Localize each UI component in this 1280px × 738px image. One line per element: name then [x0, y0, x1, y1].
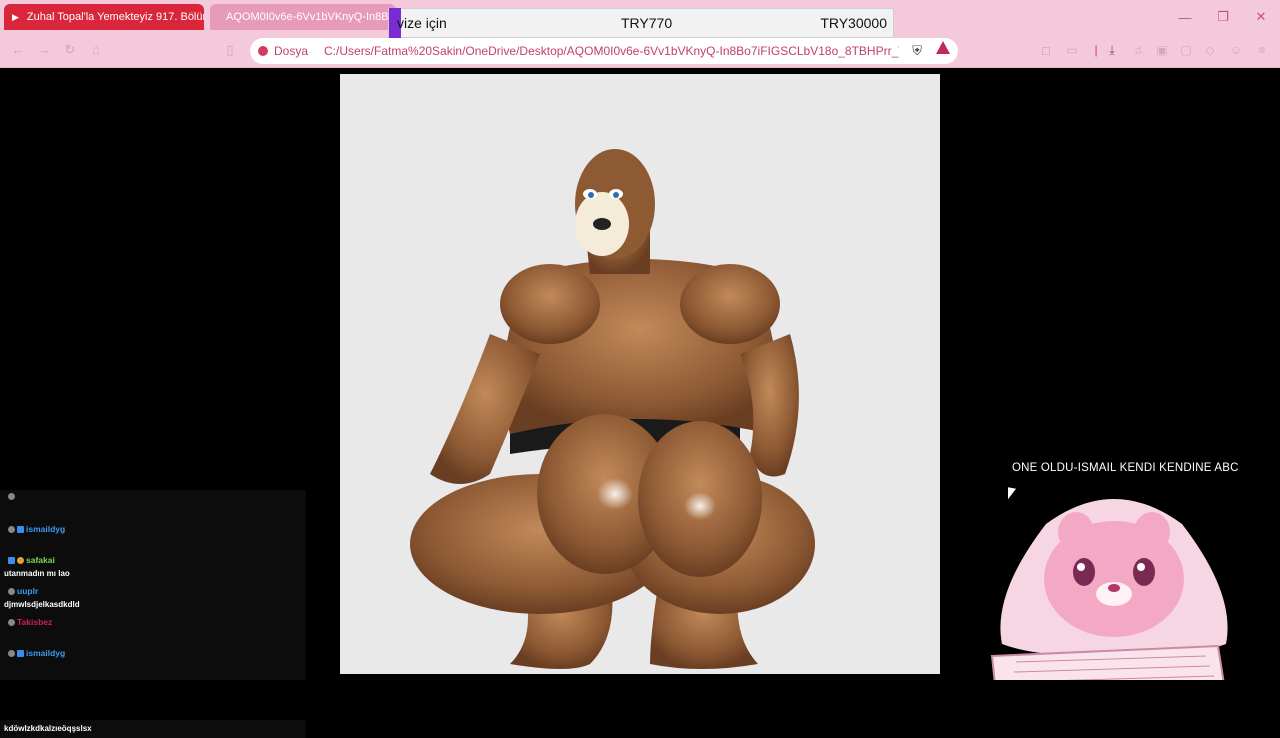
youtube-icon: ▶ [12, 11, 19, 22]
extension-icon[interactable]: ◻ [1038, 42, 1054, 58]
chat-username[interactable]: uuplr [17, 586, 38, 596]
mascot-avatar [990, 499, 1228, 696]
banner-price-2: TRY30000 [820, 15, 887, 31]
avatar-icon [8, 525, 15, 533]
info-icon[interactable] [258, 46, 268, 56]
url-scheme-label: Dosya [274, 44, 309, 58]
tab-label: AQOM0I0v6e-6Vv1bVKnyQ-In8B [226, 11, 389, 23]
chat-text: utanmadın mı lao [4, 569, 70, 578]
avatar-icon [8, 618, 15, 626]
badge-icon [17, 556, 24, 564]
chat-message [0, 490, 306, 521]
url-field[interactable]: Dosya C:/Users/Fatma%20Sakin/OneDrive/De… [250, 38, 958, 64]
badge-icon [8, 556, 15, 564]
maximize-button[interactable]: ❐ [1204, 0, 1242, 34]
bookmark-icon[interactable]: ▯ [222, 42, 238, 58]
minimize-button[interactable]: — [1166, 0, 1204, 34]
sidebar-icon[interactable]: ▭ [1064, 42, 1080, 58]
chat-username[interactable]: ismaildyg [26, 648, 65, 658]
chat-message: uuplr djmwlsdjelkasdkdld [0, 583, 306, 614]
chat-message: safakai utanmadın mı lao [0, 552, 306, 583]
chat-username[interactable]: safakai [26, 555, 55, 565]
media-icon[interactable]: ♫ [1130, 42, 1146, 58]
url-text: C:/Users/Fatma%20Sakin/OneDrive/Desktop/… [324, 44, 900, 58]
ticker-text: ONE OLDU-İSMAİL KENDİ KENDİNE ABC [1012, 462, 1239, 474]
address-bar: ← → ↻ ⌂ ▯ Dosya C:/Users/Fatma%20Sakin/O… [0, 34, 1280, 68]
tab-label: Zuhal Topal'la Yemekteyiz 917. Bölüm [26, 11, 204, 23]
back-icon[interactable]: ← [10, 42, 26, 58]
avatar-icon [8, 649, 15, 657]
chat-text: kdöwlzkdkalzıeöqşslsx [4, 724, 92, 733]
chat-username[interactable]: Takisbez [17, 617, 52, 627]
home-icon[interactable]: ⌂ [88, 42, 104, 58]
wallet-icon[interactable]: ▣ [1154, 42, 1170, 58]
chat-username[interactable]: ismaildyg [26, 524, 65, 534]
rewards-icon[interactable] [936, 41, 950, 54]
badge-icon [17, 649, 24, 657]
chat-message: ismaildyg [0, 645, 306, 676]
avatar-icon [8, 493, 15, 500]
tab-youtube[interactable]: ▶ Zuhal Topal'la Yemekteyiz 917. Bölüm [4, 4, 204, 30]
screenshot-icon[interactable]: ▢ [1178, 42, 1194, 58]
reload-icon[interactable]: ↻ [62, 42, 78, 58]
download-icon[interactable]: ⤓ [1104, 42, 1120, 58]
divider-icon: | [1094, 43, 1098, 57]
chat-text: djmwlsdjelkasdkdld [4, 600, 80, 609]
tab-file[interactable]: AQOM0I0v6e-6Vv1bVKnyQ-In8B [210, 4, 396, 30]
bottom-strip [0, 680, 1280, 720]
close-button[interactable]: ✕ [1242, 0, 1280, 34]
avatar-icon [8, 587, 15, 595]
forward-icon[interactable]: → [36, 42, 52, 58]
menu-icon[interactable]: ≡ [1254, 42, 1270, 58]
banner-price-1: TRY770 [621, 15, 673, 31]
badge-icon [17, 525, 24, 533]
chat-message: ismaildyg [0, 521, 306, 552]
shield-icon[interactable]: ⛨ [912, 43, 922, 59]
stream-banner: vize için TRY770 TRY30000 [388, 8, 894, 38]
banner-text: vize için [397, 15, 447, 31]
chat-message: Takisbez [0, 614, 306, 645]
image-viewer [340, 74, 940, 674]
illustration [410, 149, 815, 669]
vpn-icon[interactable]: ◇ [1202, 42, 1218, 58]
profile-icon[interactable]: ☺ [1228, 42, 1244, 58]
